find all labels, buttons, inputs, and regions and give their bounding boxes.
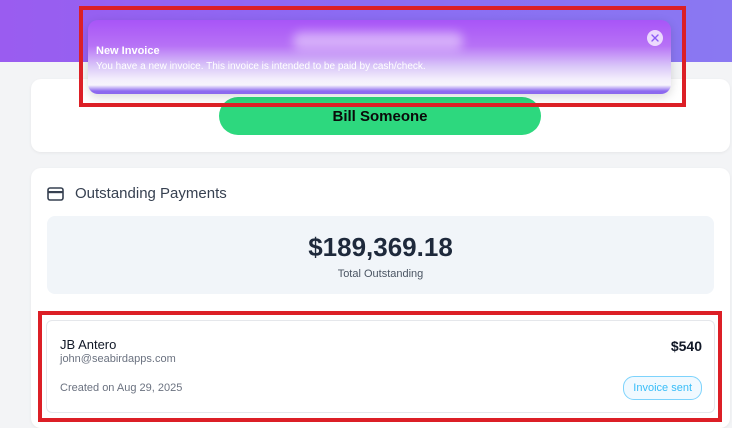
status-badge: Invoice sent	[623, 376, 702, 400]
new-invoice-notification[interactable]: New Invoice You have a new invoice. This…	[88, 20, 671, 94]
total-outstanding-box: $189,369.18 Total Outstanding	[47, 216, 714, 294]
bill-someone-button[interactable]: Bill Someone	[219, 97, 541, 135]
notification-title: New Invoice	[96, 45, 160, 57]
credit-card-icon	[47, 185, 64, 202]
invoice-amount: $540	[670, 338, 702, 354]
invoice-row[interactable]: JB Antero john@seabirdapps.com Created o…	[46, 320, 715, 413]
invoice-created-date: Created on Aug 29, 2025	[60, 382, 183, 394]
outstanding-payments-header: Outstanding Payments	[47, 185, 227, 202]
customer-email: john@seabirdapps.com	[60, 353, 176, 365]
total-outstanding-label: Total Outstanding	[337, 268, 424, 280]
toast-blurred-text	[293, 32, 463, 50]
total-outstanding-amount: $189,369.18	[308, 232, 453, 262]
outstanding-payments-title: Outstanding Payments	[75, 185, 227, 202]
close-icon[interactable]	[647, 30, 663, 46]
customer-name: JB Antero	[60, 337, 117, 352]
notification-message: You have a new invoice. This invoice is …	[96, 61, 426, 72]
